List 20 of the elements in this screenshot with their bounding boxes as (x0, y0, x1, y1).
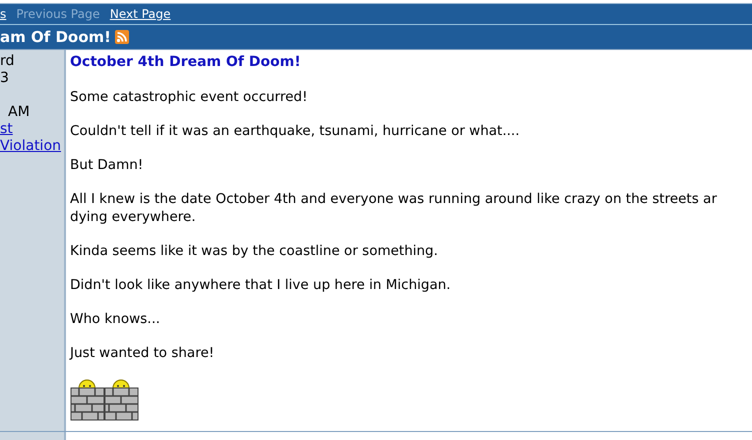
rss-feed-icon[interactable] (115, 30, 130, 44)
thread-title: am Of Doom! (0, 28, 112, 46)
author-link[interactable]: st (0, 121, 13, 138)
post-paragraph: Didn't look like anywhere that I live up here in Michigan. (70, 276, 452, 294)
post-paragraph: Who knows... (70, 310, 162, 328)
page-link[interactable]: Next Page (110, 7, 171, 21)
author-info: rd (0, 53, 14, 70)
post-paragraph: But Damn! (70, 156, 144, 174)
smileys-behind-wall-icon (70, 377, 140, 421)
page-link: Previous Page (16, 7, 100, 21)
post-time: AM (7, 104, 30, 121)
post-paragraph: Kinda seems like it was by the coastline or something. (70, 242, 439, 260)
post-paragraph: All I knew is the date October 4th and everyone was running around like crazy on the streets ar dying everywhere. (70, 190, 718, 226)
post-paragraph: Some catastrophic event occurred! (70, 88, 309, 106)
author-info: 3 (0, 70, 9, 87)
post-paragraph: Just wanted to share! (70, 344, 216, 362)
author-link[interactable]: Violation (0, 138, 62, 155)
post-paragraph: Couldn't tell if it was an earthquake, tsunami, hurricane or what.... (70, 122, 520, 140)
page-link[interactable]: s (0, 7, 6, 21)
post-subject: October 4th Dream Of Doom! (70, 54, 302, 70)
